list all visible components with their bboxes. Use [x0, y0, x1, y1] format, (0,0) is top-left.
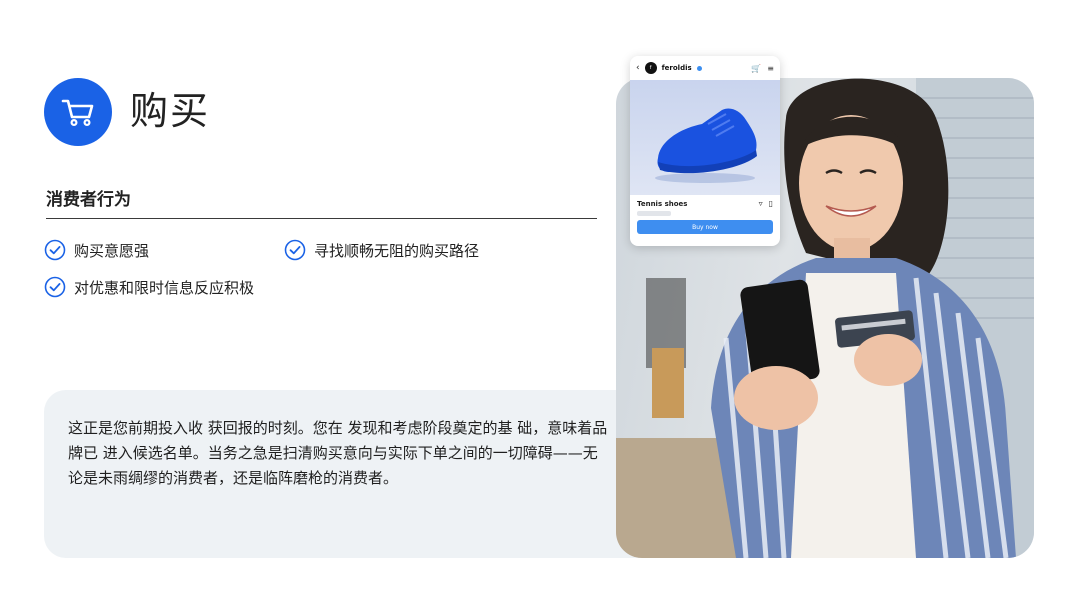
cart-badge	[44, 78, 112, 146]
check-circle-icon	[44, 239, 66, 261]
section-heading: 消费者行为	[46, 190, 131, 210]
divider	[46, 218, 597, 219]
brand-logo: f	[644, 62, 657, 74]
behavior-item: 对优惠和限时信息反应积极	[44, 276, 254, 298]
product-image	[630, 80, 780, 195]
phone-ui-card: ‹ f feroldis 🛒 ≡ Tennis shoes ▿ ▯ Buy no…	[630, 56, 780, 246]
behavior-item-label: 寻找顺畅无阻的购买路径	[314, 241, 480, 260]
product-subtext-placeholder	[637, 211, 671, 216]
behavior-item: 购买意愿强	[44, 239, 149, 261]
phone-topbar: ‹ f feroldis 🛒 ≡	[630, 56, 780, 80]
check-circle-icon	[44, 276, 66, 298]
check-circle-icon	[284, 239, 306, 261]
behavior-item-label: 购买意愿强	[74, 241, 150, 260]
buy-now-button[interactable]: Buy now	[637, 220, 773, 234]
behavior-item-label: 对优惠和限时信息反应积极	[74, 278, 255, 297]
product-row: Tennis shoes ▿ ▯	[630, 195, 780, 208]
bookmark-icon[interactable]: ▯	[769, 199, 773, 208]
menu-icon[interactable]: ≡	[767, 64, 774, 73]
behavior-item: 寻找顺畅无阻的购买路径	[284, 239, 479, 261]
page-title: 购买	[130, 89, 211, 133]
account-name: feroldis	[661, 64, 692, 72]
description-text: 这正是您前期投入收 获回报的时刻。您在 发现和考虑阶段奠定的基 础，意味着品牌已…	[68, 419, 608, 487]
verified-icon	[696, 65, 702, 71]
back-icon[interactable]: ‹	[636, 63, 640, 73]
product-name: Tennis shoes	[637, 199, 688, 208]
shopping-cart-icon	[61, 99, 94, 127]
shoe-icon	[655, 108, 757, 183]
share-icon[interactable]: ▿	[759, 199, 763, 208]
cart-icon[interactable]: 🛒	[751, 64, 761, 73]
